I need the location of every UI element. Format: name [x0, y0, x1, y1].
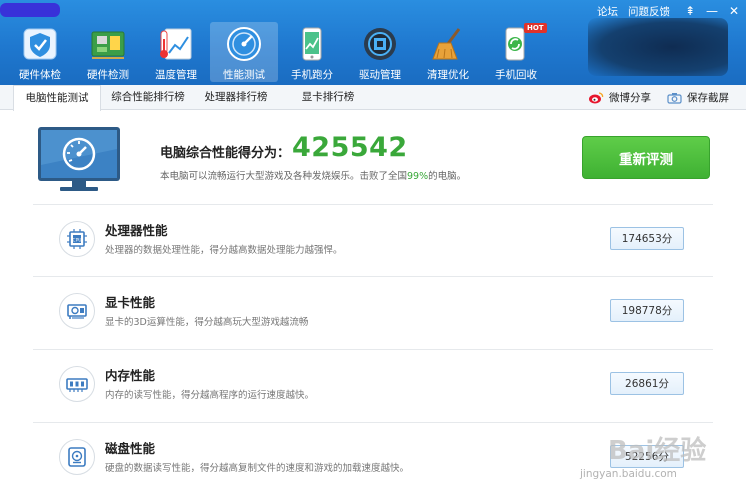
item-title: 磁盘性能 — [105, 441, 156, 456]
score-desc-tail: 的电脑。 — [428, 171, 467, 182]
forum-link[interactable]: 论坛 — [597, 4, 618, 19]
list-item-cpu: CPU 处理器性能 处理器的数据处理性能，得分越高数据处理能力越强悍。 1746… — [33, 205, 713, 277]
score-title: 电脑综合性能得分为： — [160, 146, 291, 161]
item-title: 内存性能 — [105, 368, 156, 383]
weibo-share-button[interactable]: 微博分享 — [588, 85, 651, 110]
svg-text:CPU: CPU — [72, 237, 81, 243]
minimize-icon[interactable]: — — [702, 4, 722, 18]
item-description: 处理器的数据处理性能，得分越高数据处理能力越强悍。 — [105, 245, 343, 256]
retest-button[interactable]: 重新评测 — [582, 136, 710, 179]
nav-label: 驱动管理 — [359, 69, 401, 81]
broom-icon — [428, 24, 468, 63]
shield-check-icon — [20, 24, 60, 63]
item-description: 硬盘的数据读写性能，得分越高复制文件的速度和游戏的加载速度越快。 — [105, 463, 410, 474]
watermark-url: jingyan.baidu.com — [580, 468, 677, 480]
monitor-speedometer-icon — [36, 125, 122, 193]
nav-hardware-detect[interactable]: 硬件检测 — [74, 22, 142, 82]
disk-icon — [59, 439, 95, 475]
weibo-share-label: 微博分享 — [609, 92, 651, 104]
item-score-badge[interactable]: 174653分 — [610, 227, 684, 250]
circuit-board-icon — [88, 24, 128, 63]
memory-icon — [59, 366, 95, 402]
main-nav: 硬件体检 硬件检测 温度管理 性能测试 手机跑分 驱动管理 清理优化 HOT 手… — [6, 22, 550, 82]
brand-logo-redacted — [588, 18, 728, 76]
tab-bar: 电脑性能测试 综合性能排行榜 处理器排行榜 显卡排行榜 微博分享 保存截屏 — [0, 85, 746, 111]
nav-label: 硬件体检 — [19, 69, 61, 81]
hot-badge: HOT — [524, 23, 547, 33]
item-title: 显卡性能 — [105, 295, 156, 310]
feedback-link[interactable]: 问题反馈 — [628, 4, 670, 19]
nav-temperature[interactable]: 温度管理 — [142, 22, 210, 82]
nav-label: 性能测试 — [223, 69, 265, 81]
nav-phone-benchmark[interactable]: 手机跑分 — [278, 22, 346, 82]
score-desc-text: 本电脑可以流畅运行大型游戏及各种发烧娱乐。击败了全国 — [160, 171, 408, 182]
watermark-text: Bai经验 — [608, 436, 707, 466]
speedometer-icon — [224, 24, 264, 63]
nav-hardware-checkup[interactable]: 硬件体检 — [6, 22, 74, 82]
nav-label: 硬件检测 — [87, 69, 129, 81]
item-score-badge[interactable]: 198778分 — [610, 299, 684, 322]
score-description: 本电脑可以流畅运行大型游戏及各种发烧娱乐。击败了全国99%的电脑。 — [160, 168, 466, 182]
nav-driver-management[interactable]: 驱动管理 — [346, 22, 414, 82]
nav-label: 手机跑分 — [291, 69, 333, 81]
thermometer-icon — [156, 24, 196, 63]
save-screenshot-button[interactable]: 保存截屏 — [667, 85, 729, 110]
score-percent: 99% — [407, 171, 429, 182]
nav-performance-test[interactable]: 性能测试 — [210, 22, 278, 82]
item-description: 内存的读写性能，得分越高程序的运行速度越快。 — [105, 390, 315, 401]
score-value: 425542 — [292, 132, 408, 163]
nav-label: 手机回收 — [495, 69, 537, 81]
item-score-badge[interactable]: 26861分 — [610, 372, 684, 395]
list-item-gpu: 显卡性能 显卡的3D运算性能，得分越高玩大型游戏越流畅 198778分 — [33, 277, 713, 349]
app-header: 论坛 问题反馈 ⇞ — ✕ 硬件体检 硬件检测 温度管理 性能测试 手机跑分 驱… — [0, 0, 746, 85]
cpu-icon: CPU — [59, 221, 95, 257]
tab-overall-ranking[interactable]: 综合性能排行榜 — [104, 85, 192, 110]
nav-phone-recycle[interactable]: HOT 手机回收 — [482, 22, 550, 82]
item-description: 显卡的3D运算性能，得分越高玩大型游戏越流畅 — [105, 317, 309, 328]
gear-chip-icon — [360, 24, 400, 63]
pin-icon[interactable]: ⇞ — [680, 4, 700, 18]
weibo-icon — [588, 91, 604, 104]
tab-gpu-ranking[interactable]: 显卡排行榜 — [288, 85, 368, 110]
window-title-redacted — [0, 3, 60, 17]
watermark: Bai经验 jingyan.baidu.com — [580, 420, 740, 492]
camera-icon — [667, 92, 682, 104]
nav-label: 清理优化 — [427, 69, 469, 81]
graphics-card-icon — [59, 293, 95, 329]
tab-pc-performance[interactable]: 电脑性能测试 — [13, 85, 101, 111]
nav-label: 温度管理 — [155, 69, 197, 81]
tab-cpu-ranking[interactable]: 处理器排行榜 — [196, 85, 276, 110]
item-title: 处理器性能 — [105, 223, 168, 238]
close-icon[interactable]: ✕ — [724, 4, 744, 18]
list-item-memory: 内存性能 内存的读写性能，得分越高程序的运行速度越快。 26861分 — [33, 350, 713, 422]
phone-chart-icon — [292, 24, 332, 63]
save-screenshot-label: 保存截屏 — [687, 92, 729, 104]
nav-cleanup[interactable]: 清理优化 — [414, 22, 482, 82]
